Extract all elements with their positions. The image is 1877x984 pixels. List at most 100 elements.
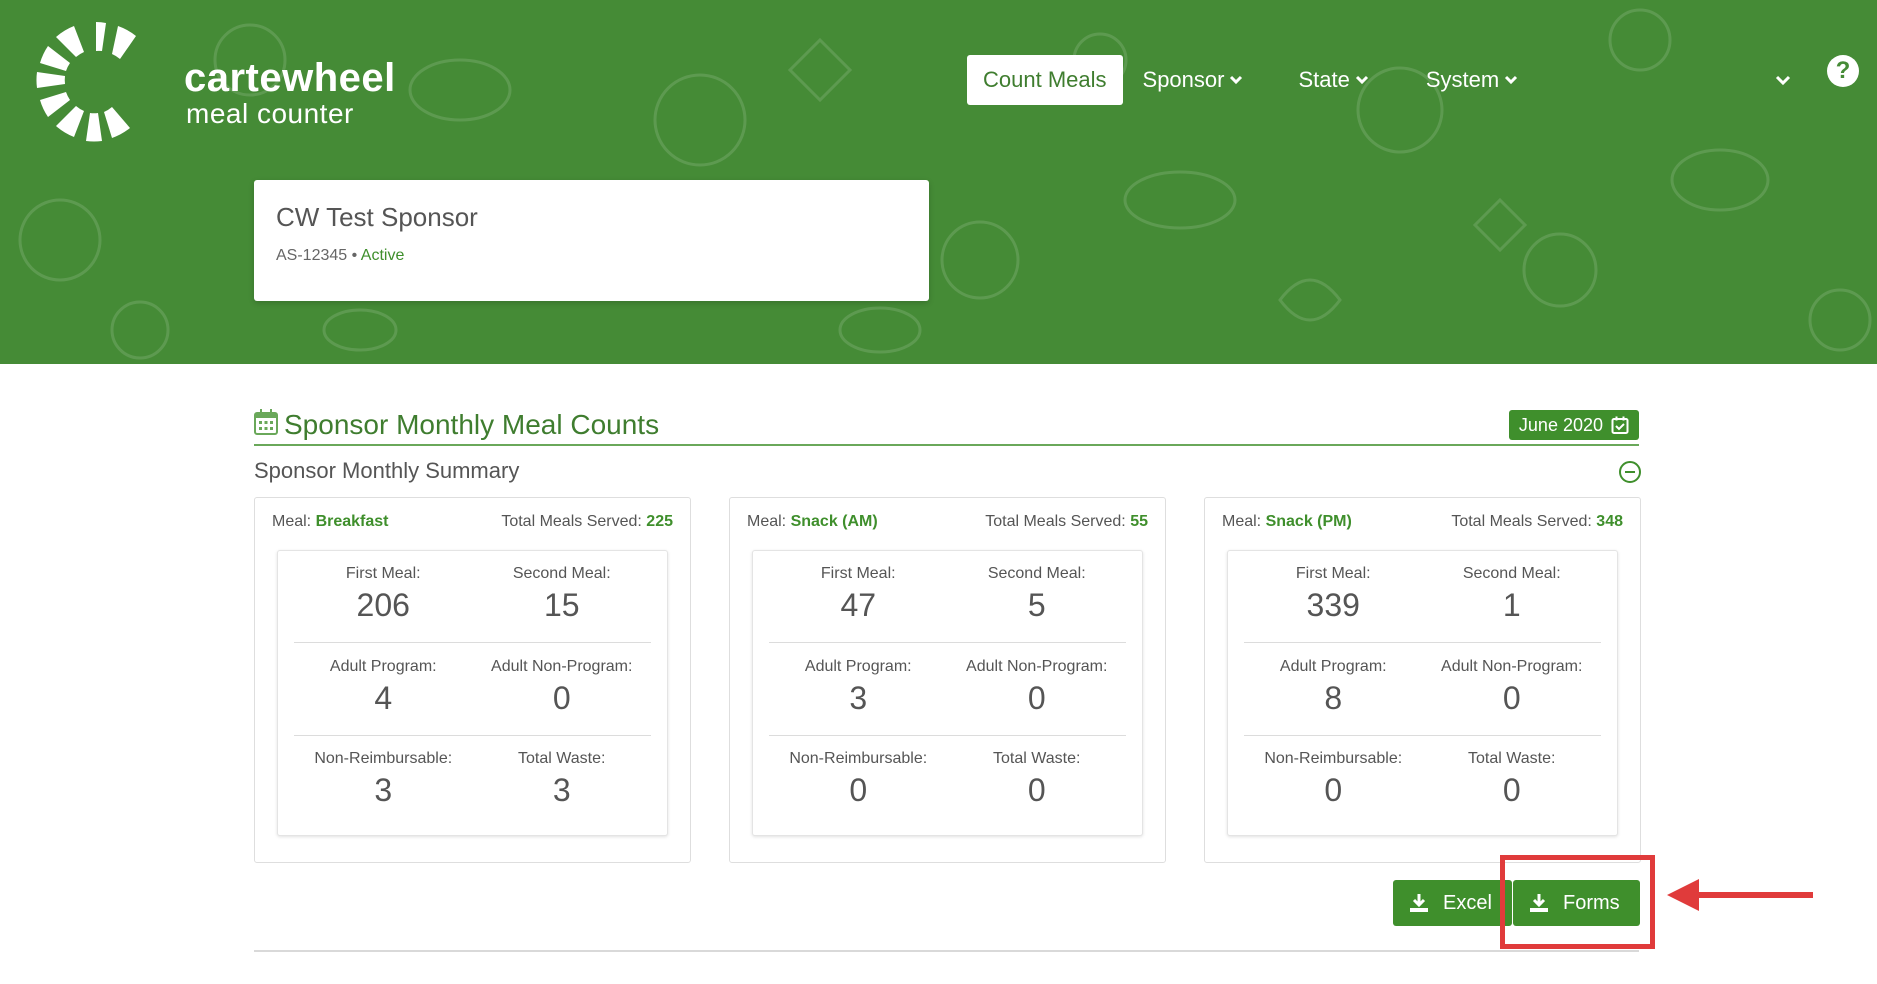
sponsor-id: AS-12345 <box>276 247 348 264</box>
stat-label: Non-Reimbursable: <box>1264 750 1403 767</box>
stat-adult-non-program: Adult Non-Program: 0 <box>948 644 1127 735</box>
stat-second-meal: Second Meal: 1 <box>1423 551 1602 642</box>
annotation-arrow-icon <box>1667 879 1813 911</box>
section-header: Sponsor Monthly Meal Counts June 2020 <box>254 404 1639 446</box>
sponsor-card: CW Test Sponsor AS-12345 • Active <box>254 180 929 301</box>
stat-label: Second Meal: <box>1462 565 1561 582</box>
stat-value: 15 <box>543 587 580 623</box>
month-picker-label: June 2020 <box>1518 414 1603 435</box>
nav-sponsor-label: Sponsor <box>1142 67 1225 92</box>
meal-total-line: Total Meals Served: 225 <box>501 513 673 531</box>
annotation-highlight-box <box>1500 855 1655 949</box>
stat-adult-program: Adult Program: 3 <box>769 644 948 735</box>
cartewheel-logo[interactable]: cartewheel meal counter <box>34 20 395 145</box>
total-label: Total Meals Served: <box>501 513 642 530</box>
meal-card-snack-am: Meal: Snack (AM) Total Meals Served: 55 … <box>729 497 1166 863</box>
meal-card-breakfast: Meal: Breakfast Total Meals Served: 225 … <box>254 497 691 863</box>
meal-card-header: Meal: Snack (PM) Total Meals Served: 348 <box>1222 513 1623 531</box>
stat-value: 0 <box>1502 680 1521 716</box>
stat-first-meal: First Meal: 206 <box>294 551 473 642</box>
chevron-down-icon <box>1505 75 1518 85</box>
meal-stats-panel: First Meal: 47 Second Meal: 5 Adult Progra… <box>752 550 1143 836</box>
stat-value: 0 <box>1502 772 1521 808</box>
stat-label: Second Meal: <box>987 565 1086 582</box>
stat-value: 47 <box>840 587 877 623</box>
collapse-minus-icon[interactable] <box>1618 460 1642 484</box>
main-nav: Count Meals Sponsor State System <box>967 55 1519 105</box>
nav-count-meals[interactable]: Count Meals <box>967 55 1123 105</box>
divider <box>254 950 1639 952</box>
stat-label: Adult Non-Program: <box>966 658 1108 675</box>
total-label: Total Meals Served: <box>985 513 1126 530</box>
stat-label: Total Waste: <box>993 750 1081 767</box>
stat-non-reimbursable: Non-Reimbursable: 0 <box>1244 736 1423 828</box>
stat-adult-non-program: Adult Non-Program: 0 <box>1423 644 1602 735</box>
stat-value: 8 <box>1324 680 1343 716</box>
stat-row: Adult Program: 3 Adult Non-Program: 0 <box>769 644 1126 736</box>
stat-label: Second Meal: <box>512 565 611 582</box>
stat-label: Total Waste: <box>518 750 606 767</box>
stat-total-waste: Total Waste: 0 <box>1423 736 1602 828</box>
nav-system-menu[interactable]: System <box>1426 67 1519 93</box>
nav-system-label: System <box>1425 67 1500 92</box>
month-picker-button[interactable]: June 2020 <box>1508 410 1639 440</box>
nav-state-menu[interactable]: State <box>1298 67 1369 93</box>
help-icon[interactable]: ? <box>1827 55 1859 87</box>
summary-title: Sponsor Monthly Summary <box>254 458 520 483</box>
stat-value: 4 <box>374 680 393 716</box>
stat-second-meal: Second Meal: 15 <box>473 551 652 642</box>
excel-download-button[interactable]: Excel <box>1393 880 1512 926</box>
nav-sponsor-menu[interactable]: Sponsor <box>1143 67 1245 93</box>
stat-value: 3 <box>374 772 393 808</box>
logo-wordmark: cartewheel <box>184 56 396 100</box>
stat-label: Adult Non-Program: <box>491 658 633 675</box>
stat-value: 3 <box>849 680 868 716</box>
meal-name: Snack (PM) <box>1265 513 1352 530</box>
stat-row: Non-Reimbursable: 3 Total Waste: 3 <box>294 736 651 828</box>
stat-first-meal: First Meal: 47 <box>769 551 948 642</box>
sponsor-meta: AS-12345 • Active <box>276 247 907 265</box>
stat-row: First Meal: 339 Second Meal: 1 <box>1244 551 1601 643</box>
meal-stats-panel: First Meal: 206 Second Meal: 15 Adult Prog… <box>277 550 668 836</box>
stat-row: Non-Reimbursable: 0 Total Waste: 0 <box>769 736 1126 828</box>
header-banner: cartewheel meal counter Count Meals Spon… <box>0 0 1877 364</box>
sponsor-status: Active <box>360 247 405 264</box>
meal-label: Meal: <box>272 513 312 530</box>
stat-row: Adult Program: 8 Adult Non-Program: 0 <box>1244 644 1601 736</box>
meal-name: Snack (AM) <box>790 513 878 530</box>
meal-name-line: Meal: Snack (AM) <box>747 513 878 531</box>
stat-row: Adult Program: 4 Adult Non-Program: 0 <box>294 644 651 736</box>
download-icon <box>1410 894 1428 912</box>
stat-label: First Meal: <box>345 565 421 582</box>
stat-row: Non-Reimbursable: 0 Total Waste: 0 <box>1244 736 1601 828</box>
meal-total-line: Total Meals Served: 348 <box>1451 513 1623 531</box>
meal-total-line: Total Meals Served: 55 <box>985 513 1148 531</box>
stat-label: Adult Program: <box>329 658 437 675</box>
meal-stats-panel: First Meal: 339 Second Meal: 1 Adult Progr… <box>1227 550 1618 836</box>
stat-label: Total Waste: <box>1468 750 1556 767</box>
stat-value: 0 <box>849 772 868 808</box>
calendar-icon <box>254 409 278 435</box>
stat-value: 0 <box>552 680 571 716</box>
calendar-check-icon <box>1611 416 1629 434</box>
meal-name: Breakfast <box>315 513 389 530</box>
stat-value: 0 <box>1027 680 1046 716</box>
stat-adult-program: Adult Program: 8 <box>1244 644 1423 735</box>
stat-value: 339 <box>1306 587 1360 623</box>
meal-label: Meal: <box>1222 513 1262 530</box>
stat-total-waste: Total Waste: 0 <box>948 736 1127 828</box>
meal-card-snack-pm: Meal: Snack (PM) Total Meals Served: 348… <box>1204 497 1641 863</box>
meal-card-header: Meal: Snack (AM) Total Meals Served: 55 <box>747 513 1148 531</box>
stat-value: 3 <box>552 772 571 808</box>
stat-label: Adult Non-Program: <box>1441 658 1583 675</box>
stat-row: First Meal: 47 Second Meal: 5 <box>769 551 1126 643</box>
stat-label: Adult Program: <box>804 658 912 675</box>
cartewheel-logo-icon <box>36 22 136 142</box>
stat-value: 5 <box>1027 587 1046 623</box>
stat-adult-non-program: Adult Non-Program: 0 <box>473 644 652 735</box>
stat-value: 0 <box>1324 772 1343 808</box>
nav-state-label: State <box>1298 67 1350 92</box>
meal-total: 55 <box>1130 513 1148 530</box>
user-menu-chevron-icon[interactable] <box>1774 71 1792 89</box>
meal-total: 225 <box>646 513 673 530</box>
